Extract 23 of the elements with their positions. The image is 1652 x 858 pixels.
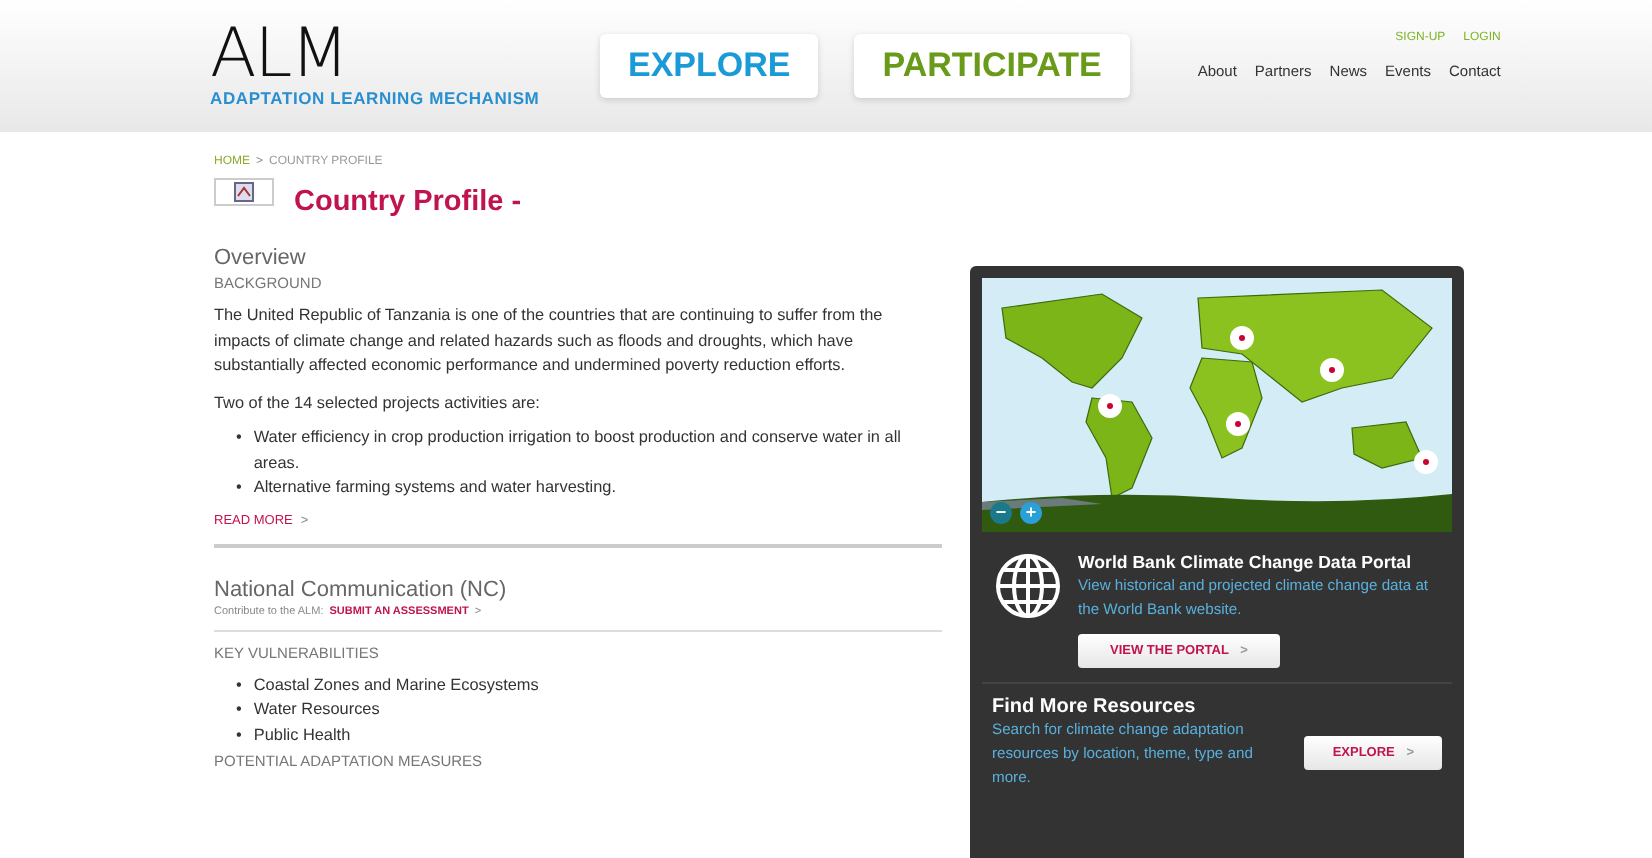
section-heading: National Communication (NC) — [214, 577, 509, 601]
globe-icon — [994, 552, 1062, 620]
paragraph: Two of the 14 selected projects activities are: — [214, 391, 542, 416]
logo-tagline: ADAPTATION LEARNING MECHANISM — [210, 88, 542, 108]
bullet-marker: • — [236, 476, 242, 500]
main-nav-button[interactable]: PARTICIPATE — [854, 34, 1130, 98]
resources-title: Find More Resources — [992, 696, 1198, 718]
logo-mark[interactable]: ALM — [210, 24, 566, 84]
main-nav-button[interactable]: EXPLORE — [600, 34, 819, 98]
portal-title: World Bank Climate Change Data Portal — [1078, 552, 1414, 572]
bullet-item: Coastal Zones and Marine Ecosystems — [253, 673, 539, 698]
bullet-marker: • — [236, 723, 242, 747]
bullet-item: Alternative farming systems and water harvesting. — [253, 476, 616, 500]
bullet-item: Water Resources — [253, 698, 380, 722]
paragraph: The United Republic of Tanzania is one of the countries that are continuing to suffer from the impacts of climate change and related hazards such as floods and droughts, which have substantially affected economic performance and undermined poverty reduction efforts. — [214, 304, 885, 378]
broken-image-icon — [214, 178, 274, 206]
bullet-marker: • — [236, 426, 242, 450]
section-heading: Overview — [214, 246, 308, 270]
bullet-marker: • — [236, 698, 242, 722]
page-title: Country Profile - — [294, 186, 522, 218]
bullet-item: Public Health — [253, 723, 351, 747]
bullet-item: Water efficiency in crop production irrigation to boost production and conserve water in all areas. — [253, 426, 903, 475]
bullet-marker: • — [236, 673, 242, 697]
